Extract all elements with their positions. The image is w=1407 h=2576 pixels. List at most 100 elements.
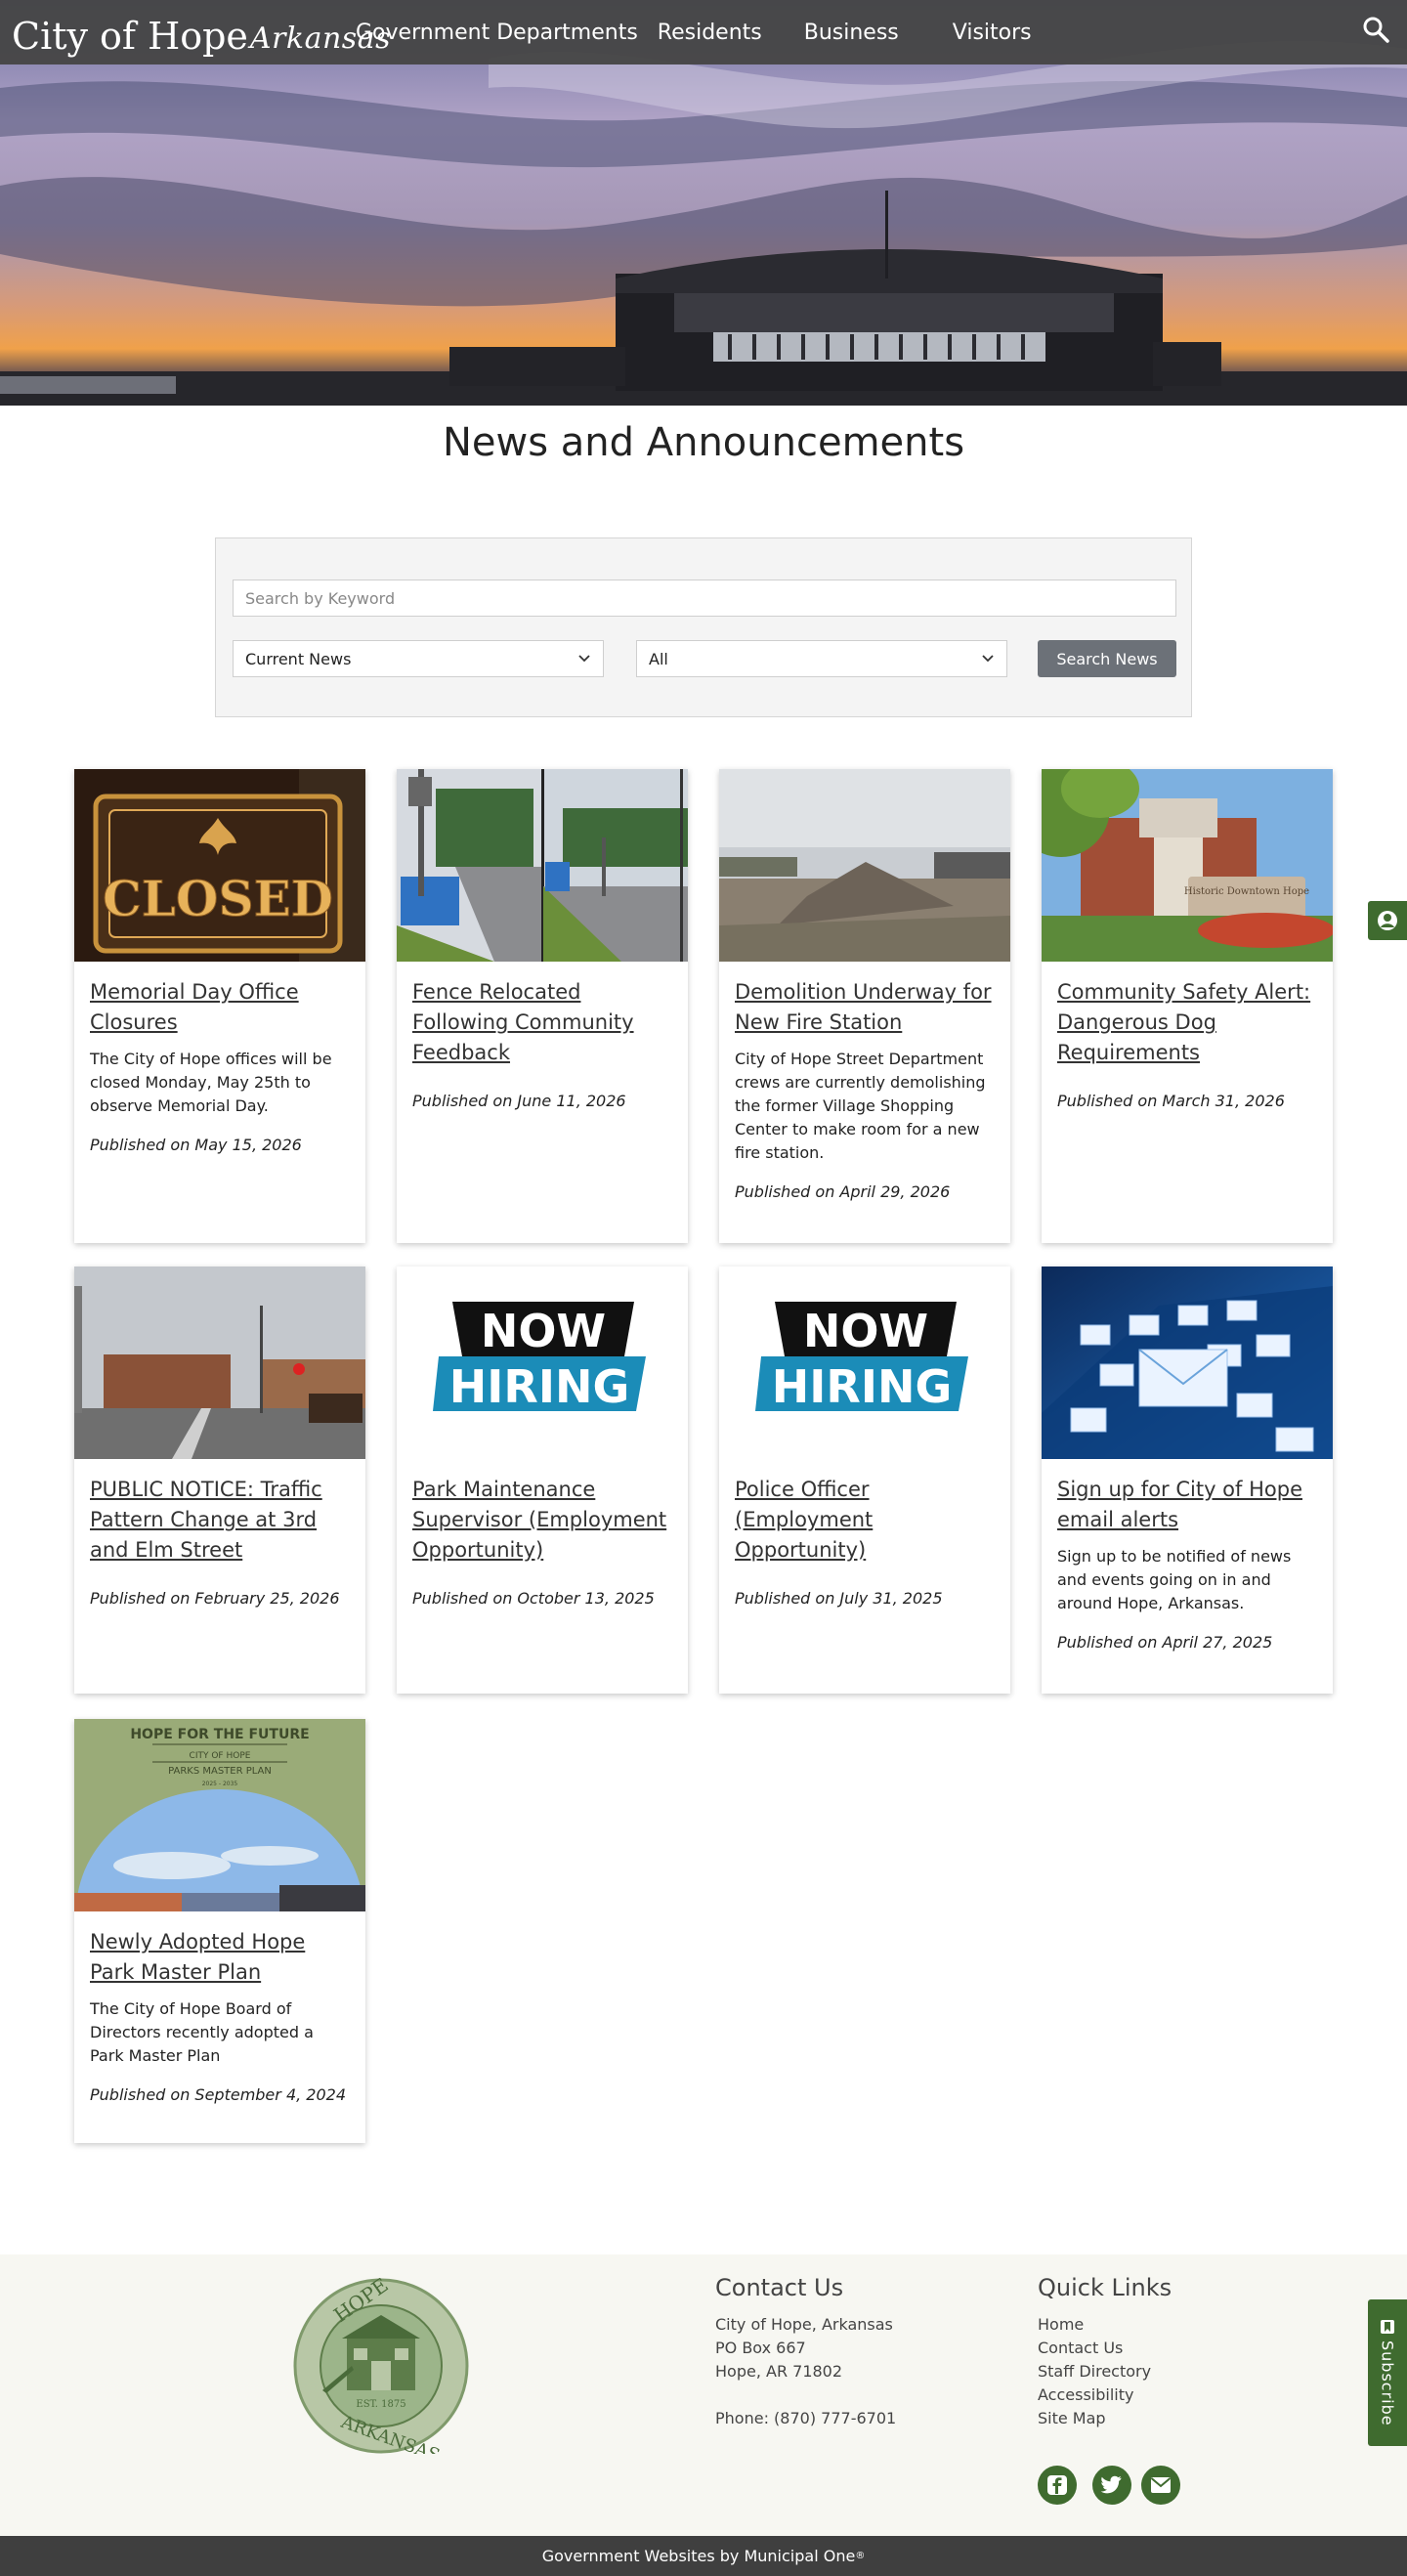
news-card-title[interactable]: Community Safety Alert: Dangerous Dog Re…: [1057, 977, 1317, 1068]
news-card-image[interactable]: HOPE FOR THE FUTURE CITY OF HOPE PARKS M…: [74, 1719, 365, 1911]
nav-residents[interactable]: Residents: [658, 21, 762, 45]
news-card-title[interactable]: PUBLIC NOTICE: Traffic Pattern Change at…: [90, 1475, 350, 1566]
facebook-icon: [1047, 2475, 1067, 2495]
news-card-image[interactable]: CLOSED: [74, 769, 365, 962]
contact-phone[interactable]: Phone: (870) 777-6701: [715, 2407, 896, 2430]
city-seal: EST. 1875 HOPE ARKANSAS: [293, 2273, 469, 2467]
news-card-image[interactable]: Historic Downtown Hope: [1042, 769, 1333, 962]
logo-main-text: City of Hope: [12, 15, 248, 58]
nav-business[interactable]: Business: [804, 21, 899, 45]
news-card: HOPE FOR THE FUTURE CITY OF HOPE PARKS M…: [74, 1719, 365, 2143]
news-category-select[interactable]: All: [636, 640, 1007, 677]
svg-text:HIRING: HIRING: [449, 1360, 629, 1413]
news-card: NOW HIRING Park Maintenance Supervisor (…: [397, 1267, 688, 1694]
svg-text:EST. 1875: EST. 1875: [356, 2399, 405, 2410]
news-card-desc: City of Hope Street Department crews are…: [735, 1050, 986, 1162]
news-card: NOW HIRING Police Officer (Employment Op…: [719, 1267, 1010, 1694]
twitter-link[interactable]: [1092, 2466, 1131, 2505]
news-card-image[interactable]: [1042, 1267, 1333, 1459]
news-card-date: Published on May 15, 2026: [90, 1136, 302, 1154]
news-card-title[interactable]: Newly Adopted Hope Park Master Plan: [90, 1927, 350, 1988]
quick-link-contact-us[interactable]: Contact Us: [1038, 2337, 1172, 2360]
quick-link-accessibility[interactable]: Accessibility: [1038, 2383, 1172, 2407]
keyword-search-input[interactable]: [233, 580, 1176, 617]
news-card-date: Published on April 29, 2026: [735, 1182, 951, 1201]
news-period-select[interactable]: Current News: [233, 640, 604, 677]
contact-line: Hope, AR 71802: [715, 2362, 843, 2381]
svg-text:CITY OF HOPE: CITY OF HOPE: [190, 1751, 251, 1761]
subscribe-label: Subscribe: [1378, 2340, 1397, 2426]
page-title: News and Announcements: [442, 420, 965, 465]
footer-credit-bar: Government Websites by Municipal One ®: [0, 2536, 1407, 2576]
news-card-date: Published on April 27, 2025: [1057, 1633, 1273, 1652]
news-card-date: Published on July 31, 2025: [735, 1589, 943, 1608]
news-card-title[interactable]: Police Officer (Employment Opportunity): [735, 1475, 995, 1566]
news-card-title[interactable]: Demolition Underway for New Fire Station: [735, 977, 995, 1038]
svg-text:2025 - 2035: 2025 - 2035: [202, 1781, 238, 1787]
search-news-button[interactable]: Search News: [1038, 640, 1176, 677]
news-search-panel: Current News All Search News: [215, 537, 1192, 717]
site-footer: EST. 1875 HOPE ARKANSAS Contact Us City …: [0, 2254, 1407, 2536]
footer-credit[interactable]: Government Websites by Municipal One: [542, 2547, 856, 2565]
news-card-date: Published on June 11, 2026: [412, 1092, 626, 1110]
bookmark-icon: [1381, 2320, 1394, 2335]
quick-link-site-map[interactable]: Site Map: [1038, 2407, 1172, 2430]
news-card-desc: The City of Hope offices will be closed …: [90, 1050, 332, 1115]
subscribe-tab[interactable]: Subscribe: [1368, 2299, 1407, 2446]
news-card-title[interactable]: Sign up for City of Hope email alerts: [1057, 1475, 1317, 1535]
account-tab[interactable]: [1368, 901, 1407, 940]
svg-text:NOW: NOW: [481, 1305, 606, 1357]
user-circle-icon: [1378, 911, 1397, 930]
nav-visitors[interactable]: Visitors: [953, 21, 1032, 45]
news-category-value: All: [649, 649, 668, 668]
footer-contact: Contact Us City of Hope, Arkansas PO Box…: [715, 2274, 896, 2430]
svg-text:HOPE FOR THE FUTURE: HOPE FOR THE FUTURE: [130, 1727, 309, 1742]
quick-link-home[interactable]: Home: [1038, 2313, 1172, 2337]
news-period-value: Current News: [245, 649, 352, 668]
site-logo[interactable]: City of Hope Arkansas: [12, 4, 391, 61]
news-card-desc: The City of Hope Board of Directors rece…: [90, 1999, 314, 2065]
svg-text:PARKS MASTER PLAN: PARKS MASTER PLAN: [168, 1766, 272, 1777]
svg-text:NOW: NOW: [803, 1305, 928, 1357]
site-search-button[interactable]: [1358, 12, 1393, 47]
chevron-down-icon: [578, 655, 590, 663]
news-card-image[interactable]: NOW HIRING: [719, 1267, 1010, 1459]
quick-link-staff-directory[interactable]: Staff Directory: [1038, 2360, 1172, 2383]
news-card: Fence Relocated Following Community Feed…: [397, 769, 688, 1243]
news-card-desc: Sign up to be notified of news and event…: [1057, 1547, 1292, 1612]
chevron-down-icon: [982, 655, 994, 663]
news-card: CLOSED Memorial Day Office Closures The …: [74, 769, 365, 1243]
nav-government-departments[interactable]: Government Departments: [356, 21, 638, 45]
main-nav: Government Departments Residents Busines…: [356, 0, 1032, 64]
news-card: Historic Downtown Hope Community Safety …: [1042, 769, 1333, 1243]
news-card-date: Published on October 13, 2025: [412, 1589, 655, 1608]
news-card-date: Published on March 31, 2026: [1057, 1092, 1285, 1110]
registered-mark: ®: [855, 2551, 866, 2561]
social-links: [1038, 2466, 1180, 2505]
news-card-title[interactable]: Park Maintenance Supervisor (Employment …: [412, 1475, 672, 1566]
news-card-title[interactable]: Memorial Day Office Closures: [90, 977, 350, 1038]
news-card: Sign up for City of Hope email alerts Si…: [1042, 1267, 1333, 1694]
svg-text:CLOSED: CLOSED: [103, 870, 333, 927]
site-header: City of Hope Arkansas Government Departm…: [0, 0, 1407, 64]
news-card: PUBLIC NOTICE: Traffic Pattern Change at…: [74, 1267, 365, 1694]
footer-quick-links: Quick Links Home Contact Us Staff Direct…: [1038, 2274, 1172, 2430]
email-link[interactable]: [1141, 2466, 1180, 2505]
contact-line: PO Box 667: [715, 2339, 806, 2357]
news-card-title[interactable]: Fence Relocated Following Community Feed…: [412, 977, 672, 1068]
twitter-icon: [1100, 2475, 1122, 2494]
svg-text:HIRING: HIRING: [772, 1360, 952, 1413]
contact-heading: Contact Us: [715, 2274, 844, 2301]
news-card-date: Published on February 25, 2026: [90, 1589, 340, 1608]
news-card-image[interactable]: [74, 1267, 365, 1459]
svg-text:Historic Downtown Hope: Historic Downtown Hope: [1184, 886, 1309, 897]
news-card-image[interactable]: NOW HIRING: [397, 1267, 688, 1459]
news-card: Demolition Underway for New Fire Station…: [719, 769, 1010, 1243]
facebook-link[interactable]: [1038, 2466, 1077, 2505]
news-card-image[interactable]: [719, 769, 1010, 962]
envelope-icon: [1150, 2477, 1172, 2493]
quick-links-heading: Quick Links: [1038, 2274, 1172, 2301]
news-card-image[interactable]: [397, 769, 688, 962]
search-icon: [1363, 17, 1389, 43]
contact-line: City of Hope, Arkansas: [715, 2315, 893, 2334]
